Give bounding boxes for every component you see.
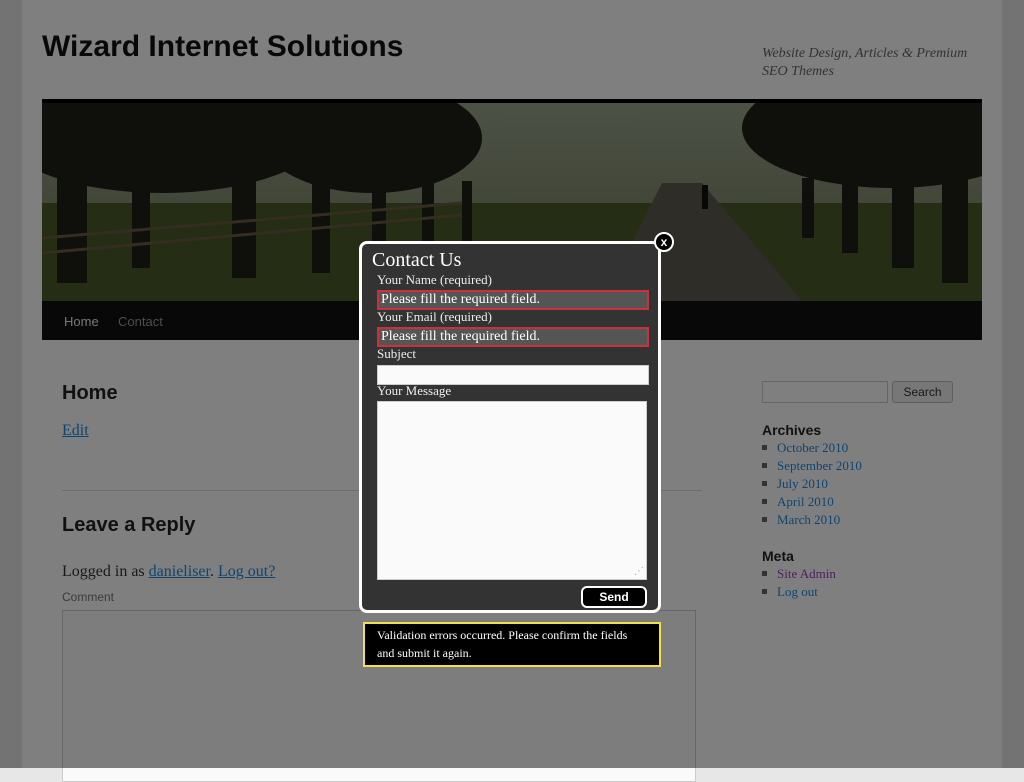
close-button[interactable]: x xyxy=(654,232,674,252)
send-button[interactable]: Send xyxy=(581,586,647,608)
message-field[interactable]: ⋰ xyxy=(377,401,647,580)
name-label: Your Name (required) xyxy=(377,272,492,287)
subject-label: Subject xyxy=(377,346,416,361)
contact-modal: Contact Us Your Name (required) Please f… xyxy=(359,241,661,613)
validation-message: Validation errors occurred. Please confi… xyxy=(363,622,661,667)
message-label: Your Message xyxy=(377,383,452,398)
subject-field[interactable] xyxy=(377,365,649,385)
resize-handle-icon[interactable]: ⋰ xyxy=(634,567,644,577)
email-label: Your Email (required) xyxy=(377,309,492,324)
modal-title: Contact Us xyxy=(372,249,462,271)
email-field[interactable]: Please fill the required field. xyxy=(377,327,649,347)
name-field[interactable]: Please fill the required field. xyxy=(377,290,649,310)
